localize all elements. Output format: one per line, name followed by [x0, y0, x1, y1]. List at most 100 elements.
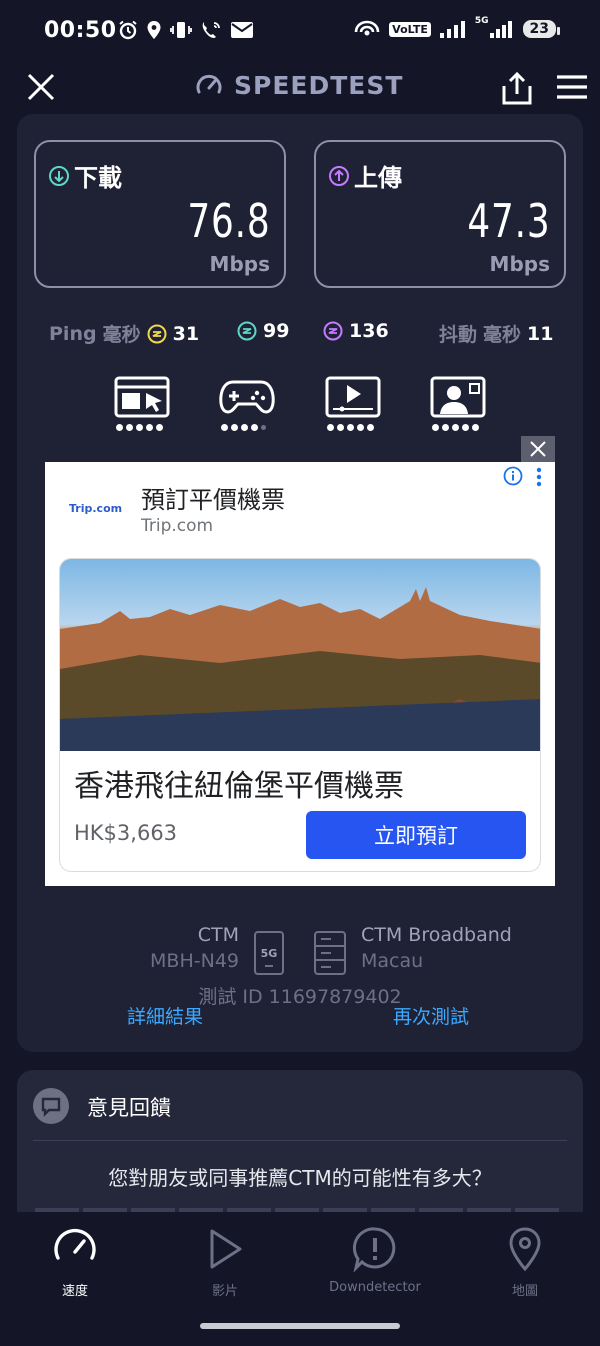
rating-dot [337, 424, 344, 431]
map-pin-icon [509, 1227, 541, 1272]
video-rating[interactable] [325, 376, 381, 436]
server-info: CTM MBH-N49 5G CTM Broadband Macau 測試 ID… [17, 920, 583, 1020]
usage-ratings [17, 376, 583, 436]
isp-name: CTM [197, 924, 239, 946]
download-arrow-icon [49, 165, 69, 186]
upload-arrow-icon [329, 165, 349, 186]
browsing-rating[interactable] [114, 376, 170, 436]
ping-download: 99 [237, 320, 289, 342]
close-icon [530, 441, 546, 457]
advertisement[interactable]: Trip.com 預訂平價機票 Trip.com 香港飛往紐倫堡平價機票 HK$… [45, 462, 555, 886]
test-id: 測試 ID 11697879402 [198, 986, 402, 1008]
server-icon [313, 930, 347, 976]
video-call-icon [430, 376, 486, 418]
nav-video-label: 影片 [211, 1284, 238, 1299]
ad-price: HK$3,663 [74, 821, 178, 845]
ad-info-icon[interactable] [503, 466, 523, 486]
ad-headline: 香港飛往紐倫堡平價機票 [74, 769, 404, 804]
more-options-icon[interactable] [535, 466, 543, 488]
ping-download-icon [237, 321, 257, 341]
video-call-rating-dots [432, 424, 479, 431]
gaming-rating[interactable] [219, 376, 275, 436]
ping-unit-label: 毫秒 [102, 324, 141, 346]
share-button[interactable] [500, 70, 534, 106]
app-header: SPEEDTEST [0, 64, 600, 110]
ad-book-button[interactable]: 立即預訂 [306, 811, 526, 859]
test-again-link[interactable]: 再次測試 [393, 1002, 469, 1029]
server-name: CTM Broadband [361, 924, 512, 946]
upload-unit: Mbps [489, 252, 550, 276]
ping-idle-icon [147, 324, 167, 343]
alarm-icon [118, 20, 138, 40]
rating-dot [156, 424, 163, 431]
advertiser-logo: Trip.com [69, 502, 123, 515]
ping-row: Ping 毫秒 31 99 136 抖動 毫秒 11 [17, 320, 583, 350]
status-icons-right: VoLTE 5G 23 [353, 16, 561, 40]
battery-indicator: 23 [522, 20, 561, 38]
rating-dot [136, 424, 143, 431]
rating-dot [367, 424, 374, 431]
brand-name: SPEEDTEST [234, 70, 404, 100]
city-skyline-illustration [60, 587, 540, 751]
jitter: 抖動 毫秒 11 [439, 320, 553, 347]
nav-map-label: 地圖 [511, 1284, 538, 1299]
download-header: 下載 [48, 158, 122, 193]
device-name: MBH-N49 [150, 950, 239, 972]
close-icon [27, 73, 55, 101]
home-indicator[interactable] [200, 1323, 400, 1329]
rating-dot [231, 424, 238, 431]
upload-value: 47.3 [466, 194, 550, 248]
browsing-rating-dots [116, 424, 163, 431]
ad-title[interactable]: 預訂平價機票 [141, 480, 285, 515]
nav-video[interactable]: 影片 [170, 1226, 280, 1299]
ad-close-button[interactable] [521, 436, 555, 462]
network-type-label: 5G [474, 16, 489, 26]
rating-dot [116, 424, 123, 431]
rating-dot [357, 424, 364, 431]
download-label: 下載 [74, 164, 122, 192]
rating-dot [462, 424, 469, 431]
divider [33, 1140, 567, 1141]
rating-dot [327, 424, 334, 431]
close-button[interactable] [24, 70, 58, 104]
download-value: 76.8 [186, 194, 270, 248]
detailed-results-link[interactable]: 詳細結果 [127, 1002, 203, 1029]
rating-dot [432, 424, 439, 431]
ad-image-nuremberg [60, 559, 540, 751]
share-icon [502, 71, 532, 105]
server-host[interactable]: CTM Broadband Macau [361, 924, 512, 972]
feedback-question: 您對朋友或同事推薦CTM的可能性有多大？ [108, 1166, 492, 1190]
brand: SPEEDTEST [194, 70, 403, 100]
ping-upload: 136 [323, 320, 389, 342]
nav-speed[interactable]: 速度 [20, 1226, 130, 1299]
vibrate-icon [170, 20, 192, 40]
volte-badge: VoLTE [389, 21, 431, 37]
ping-idle: Ping 毫秒 31 [49, 320, 199, 347]
jitter-label: 抖動 [439, 324, 478, 346]
nav-downdetector-label: Downdetector [329, 1280, 421, 1295]
rating-dot [146, 424, 153, 431]
upload-header: 上傳 [328, 158, 402, 193]
nav-downdetector[interactable]: Downdetector [320, 1226, 430, 1295]
wifi-calling-icon [200, 20, 222, 40]
nav-map[interactable]: 地圖 [470, 1226, 580, 1299]
nav-speed-label: 速度 [61, 1284, 88, 1299]
gaming-rating-dots [221, 424, 266, 431]
jitter-value: 11 [527, 322, 554, 345]
ad-creative[interactable]: 香港飛往紐倫堡平價機票 HK$3,663 立即預訂 [59, 558, 541, 872]
menu-button[interactable] [556, 74, 588, 100]
network-type-text: 5G [261, 947, 278, 960]
rating-dot [472, 424, 479, 431]
rating-dot [241, 424, 248, 431]
rating-dot [126, 424, 133, 431]
ping-upload-icon [323, 321, 343, 341]
mail-icon [230, 21, 254, 39]
web-browsing-icon [114, 376, 170, 418]
hotspot-icon [353, 18, 381, 40]
upload-label: 上傳 [354, 164, 402, 192]
rating-dot [452, 424, 459, 431]
signal-5g-icon: 5G [474, 16, 515, 39]
video-call-rating[interactable] [430, 376, 486, 436]
rating-dot [261, 425, 266, 430]
isp-info: CTM MBH-N49 [150, 924, 239, 972]
